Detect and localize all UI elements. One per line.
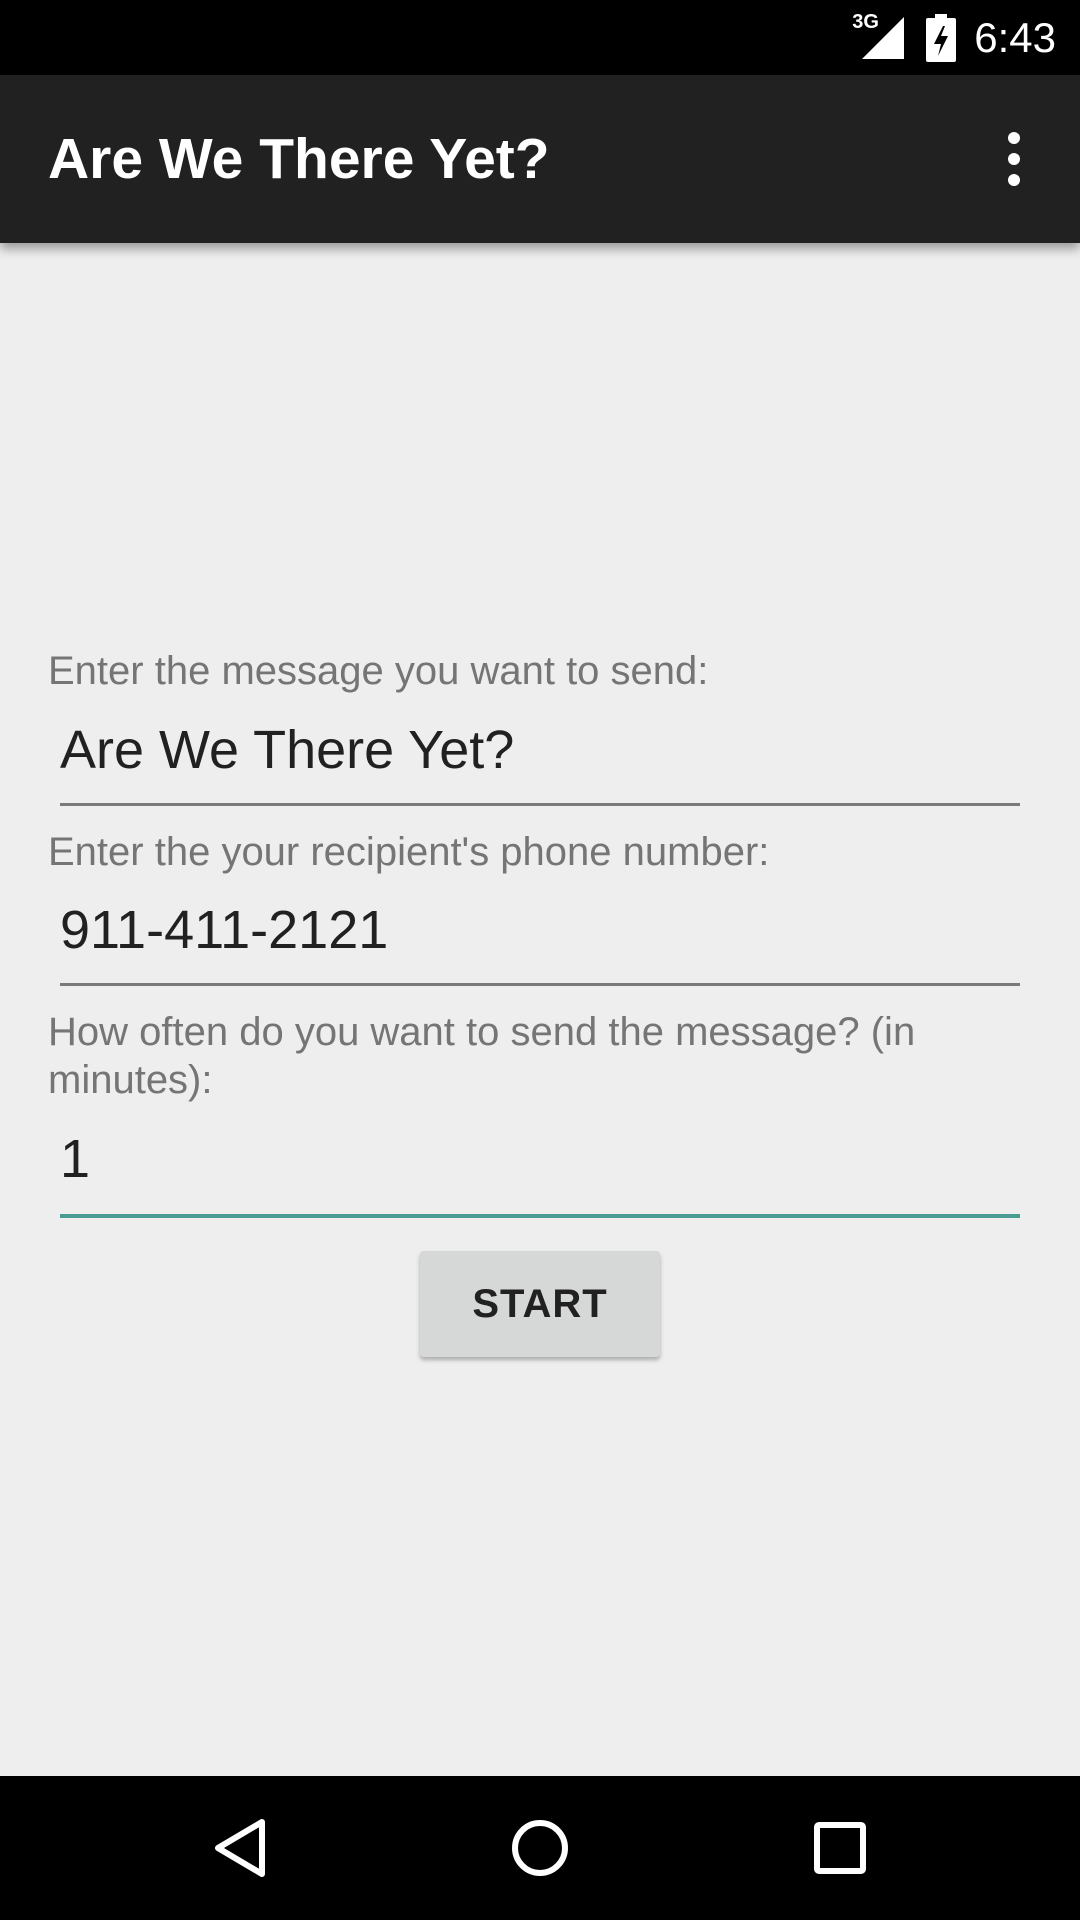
overflow-dot <box>1008 174 1020 186</box>
signal-icon: 3G <box>852 11 908 63</box>
more-vert-icon[interactable] <box>978 117 1050 201</box>
clock: 6:43 <box>974 13 1056 61</box>
overflow-dot <box>1008 153 1020 165</box>
start-button[interactable]: START <box>420 1251 660 1357</box>
home-icon[interactable] <box>495 1803 585 1893</box>
phone-input[interactable] <box>60 885 1020 975</box>
message-input[interactable] <box>60 705 1020 795</box>
recents-icon[interactable] <box>795 1803 885 1893</box>
network-type-label: 3G <box>852 10 879 33</box>
navigation-bar <box>0 1776 1080 1920</box>
app-title: Are We There Yet? <box>48 127 550 191</box>
battery-charging-icon <box>926 13 957 62</box>
message-underline <box>60 803 1020 806</box>
message-label: Enter the message you want to send: <box>48 649 709 693</box>
interval-label: How often do you want to send the messag… <box>48 1010 916 1102</box>
phone-label: Enter the your recipient's phone number: <box>48 830 770 874</box>
status-bar: 3G 6:43 <box>0 0 1080 75</box>
app-bar: Are We There Yet? <box>0 75 1080 243</box>
status-icons: 3G 6:43 <box>852 0 1056 75</box>
phone-underline <box>60 983 1020 986</box>
interval-input[interactable] <box>60 1114 1020 1204</box>
main-content: Enter the message you want to send: Ente… <box>0 243 1080 1776</box>
overflow-dot <box>1008 132 1020 144</box>
interval-underline <box>60 1214 1020 1218</box>
back-icon[interactable] <box>195 1803 285 1893</box>
